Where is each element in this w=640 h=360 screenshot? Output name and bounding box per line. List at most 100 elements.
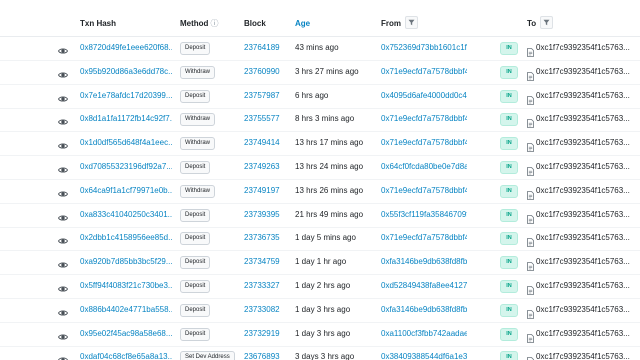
age-text: 1 day 3 hrs ago	[295, 304, 351, 314]
txn-hash-link[interactable]: 0xd70855323196df92a7...	[80, 155, 172, 179]
from-address-link[interactable]: 0x71e9ecfd7a7578dbbf4...	[381, 179, 467, 203]
txn-hash-link[interactable]: 0x95e02f45ac98a58e68...	[80, 322, 172, 346]
table-row: 0xd70855323196df92a7... Deposit 23749263 13…	[0, 155, 640, 180]
eye-icon[interactable]	[57, 233, 69, 244]
eye-icon[interactable]	[57, 329, 69, 340]
block-link[interactable]: 23755577	[244, 107, 284, 131]
method-badge: Deposit	[180, 256, 211, 270]
method-badge: Set Dev Address	[180, 351, 235, 360]
column-age-toggle[interactable]: Age	[295, 12, 377, 36]
to-address-link[interactable]: 0xc1f7c9392354f1c5763...	[536, 131, 640, 155]
eye-icon[interactable]	[57, 67, 69, 78]
txn-hash-link[interactable]: 0x886b4402e4771ba558...	[80, 298, 172, 322]
txn-hash-link[interactable]: 0xdaf04c68cf8e65a8a13...	[80, 345, 172, 360]
block-link[interactable]: 23739395	[244, 203, 284, 227]
table-row: 0x95b920d86a3e6dd78c... Withdraw 23760990 3…	[0, 60, 640, 85]
txn-hash-link[interactable]: 0x8d1a1fa1172fb14c92f7...	[80, 107, 172, 131]
table-row: 0xa833c41040250c3401... Deposit 23739395 21…	[0, 203, 640, 228]
txn-hash-link[interactable]: 0x7e1e78afdc17d20399...	[80, 84, 172, 108]
txn-hash-link[interactable]: 0x8720d49fe1eee620f68...	[80, 36, 172, 60]
eye-icon[interactable]	[57, 257, 69, 268]
method-badge: Deposit	[180, 208, 211, 222]
transactions-table: Txn Hash Method ⓘ Block Age From To 0x872…	[0, 0, 640, 360]
block-link[interactable]: 23676893	[244, 345, 284, 360]
to-address-link[interactable]: 0xc1f7c9392354f1c5763...	[536, 250, 640, 274]
document-icon	[527, 187, 534, 200]
method-badge: Deposit	[180, 161, 211, 174]
direction-badge: IN	[500, 137, 518, 151]
age-text: 8 hrs 3 mins ago	[295, 114, 355, 124]
to-address-link[interactable]: 0xc1f7c9392354f1c5763...	[536, 36, 640, 60]
to-address-link[interactable]: 0xc1f7c9392354f1c5763...	[536, 226, 640, 250]
txn-hash-link[interactable]: 0x1d0df565d648f4a1eec...	[80, 131, 172, 155]
block-link[interactable]: 23734759	[244, 250, 284, 274]
age-text: 3 days 3 hrs ago	[295, 352, 355, 360]
block-link[interactable]: 23757987	[244, 84, 284, 108]
from-address-link[interactable]: 0x71e9ecfd7a7578dbbf4...	[381, 60, 467, 84]
to-address-link[interactable]: 0xc1f7c9392354f1c5763...	[536, 179, 640, 203]
from-address-link[interactable]: 0xfa3146be9db638fd8fb...	[381, 298, 467, 322]
eye-icon[interactable]	[57, 43, 69, 54]
filter-icon[interactable]	[540, 16, 554, 30]
to-address-link[interactable]: 0xc1f7c9392354f1c5763...	[536, 155, 640, 179]
document-icon	[527, 139, 534, 153]
eye-icon[interactable]	[57, 114, 69, 125]
to-address-link[interactable]: 0xc1f7c9392354f1c5763...	[536, 322, 640, 346]
eye-icon[interactable]	[57, 281, 69, 292]
document-icon	[527, 68, 534, 81]
txn-hash-link[interactable]: 0x95b920d86a3e6dd78c...	[80, 60, 172, 84]
from-address-link[interactable]: 0xfa3146be9db638fd8fb...	[381, 250, 467, 274]
block-link[interactable]: 23733327	[244, 274, 284, 298]
age-text: 3 hrs 27 mins ago	[295, 66, 359, 76]
filter-icon[interactable]	[405, 16, 418, 30]
to-address-link[interactable]: 0xc1f7c9392354f1c5763...	[536, 345, 640, 360]
block-link[interactable]: 23760990	[244, 60, 284, 84]
eye-icon[interactable]	[57, 91, 69, 102]
document-icon	[527, 258, 534, 272]
eye-icon[interactable]	[57, 210, 69, 221]
to-address-link[interactable]: 0xc1f7c9392354f1c5763...	[536, 84, 640, 108]
direction-badge: IN	[500, 232, 518, 246]
txn-hash-link[interactable]: 0xa920b7d85bb3bc5f29...	[80, 250, 172, 274]
to-address-link[interactable]: 0xc1f7c9392354f1c5763...	[536, 107, 640, 131]
from-address-link[interactable]: 0x71e9ecfd7a7578dbbf4...	[381, 226, 467, 250]
eye-icon[interactable]	[57, 305, 69, 316]
from-address-link[interactable]: 0x38409388544df6a1e3...	[381, 345, 467, 360]
method-badge: Deposit	[180, 232, 211, 246]
txn-hash-link[interactable]: 0x64ca9f1a1cf79971e0b...	[80, 179, 172, 203]
to-address-link[interactable]: 0xc1f7c9392354f1c5763...	[536, 298, 640, 322]
from-address-link[interactable]: 0x64cf0fcda80be0e7d8a...	[381, 155, 467, 179]
txn-hash-link[interactable]: 0x2dbb1c4158956ee85d...	[80, 226, 172, 250]
to-address-link[interactable]: 0xc1f7c9392354f1c5763...	[536, 60, 640, 84]
txn-hash-link[interactable]: 0xa833c41040250c3401...	[80, 203, 172, 227]
from-address-link[interactable]: 0x55f3cf119fa35846709f...	[381, 203, 467, 227]
from-address-link[interactable]: 0x4095d6afe4000dd0c4...	[381, 84, 467, 108]
from-address-link[interactable]: 0x752369d73bb1601c1f...	[381, 36, 467, 60]
block-link[interactable]: 23732919	[244, 322, 284, 346]
block-link[interactable]: 23749197	[244, 179, 284, 203]
to-address-link[interactable]: 0xc1f7c9392354f1c5763...	[536, 274, 640, 298]
method-badge: Withdraw	[180, 113, 216, 127]
table-row: 0x1d0df565d648f4a1eec... Withdraw 23749414…	[0, 131, 640, 157]
document-icon	[527, 211, 534, 224]
from-address-link[interactable]: 0x71e9ecfd7a7578dbbf4...	[381, 131, 467, 155]
eye-icon[interactable]	[57, 138, 69, 149]
from-address-link[interactable]: 0xd52849438fa8ee4127...	[381, 274, 467, 298]
txn-hash-link[interactable]: 0x5ff94f4083f21c730be3...	[80, 274, 172, 298]
eye-icon[interactable]	[58, 352, 68, 360]
method-badge: Withdraw	[180, 137, 216, 151]
block-link[interactable]: 23749414	[244, 131, 284, 155]
direction-badge: IN	[500, 351, 518, 360]
eye-icon[interactable]	[57, 162, 69, 173]
eye-icon[interactable]	[57, 186, 69, 197]
info-icon[interactable]: ⓘ	[210, 19, 218, 28]
from-address-link[interactable]: 0xa1100cf3fbb742aadae...	[381, 322, 467, 346]
document-icon	[527, 92, 534, 105]
to-address-link[interactable]: 0xc1f7c9392354f1c5763...	[536, 203, 640, 227]
block-link[interactable]: 23736735	[244, 226, 284, 250]
table-row: 0xdaf04c68cf8e65a8a13... Set Dev Address 2…	[0, 345, 640, 360]
from-address-link[interactable]: 0x71e9ecfd7a7578dbbf4...	[381, 107, 467, 131]
block-link[interactable]: 23764189	[244, 36, 284, 60]
block-link[interactable]: 23733082	[244, 298, 284, 322]
block-link[interactable]: 23749263	[244, 155, 284, 179]
